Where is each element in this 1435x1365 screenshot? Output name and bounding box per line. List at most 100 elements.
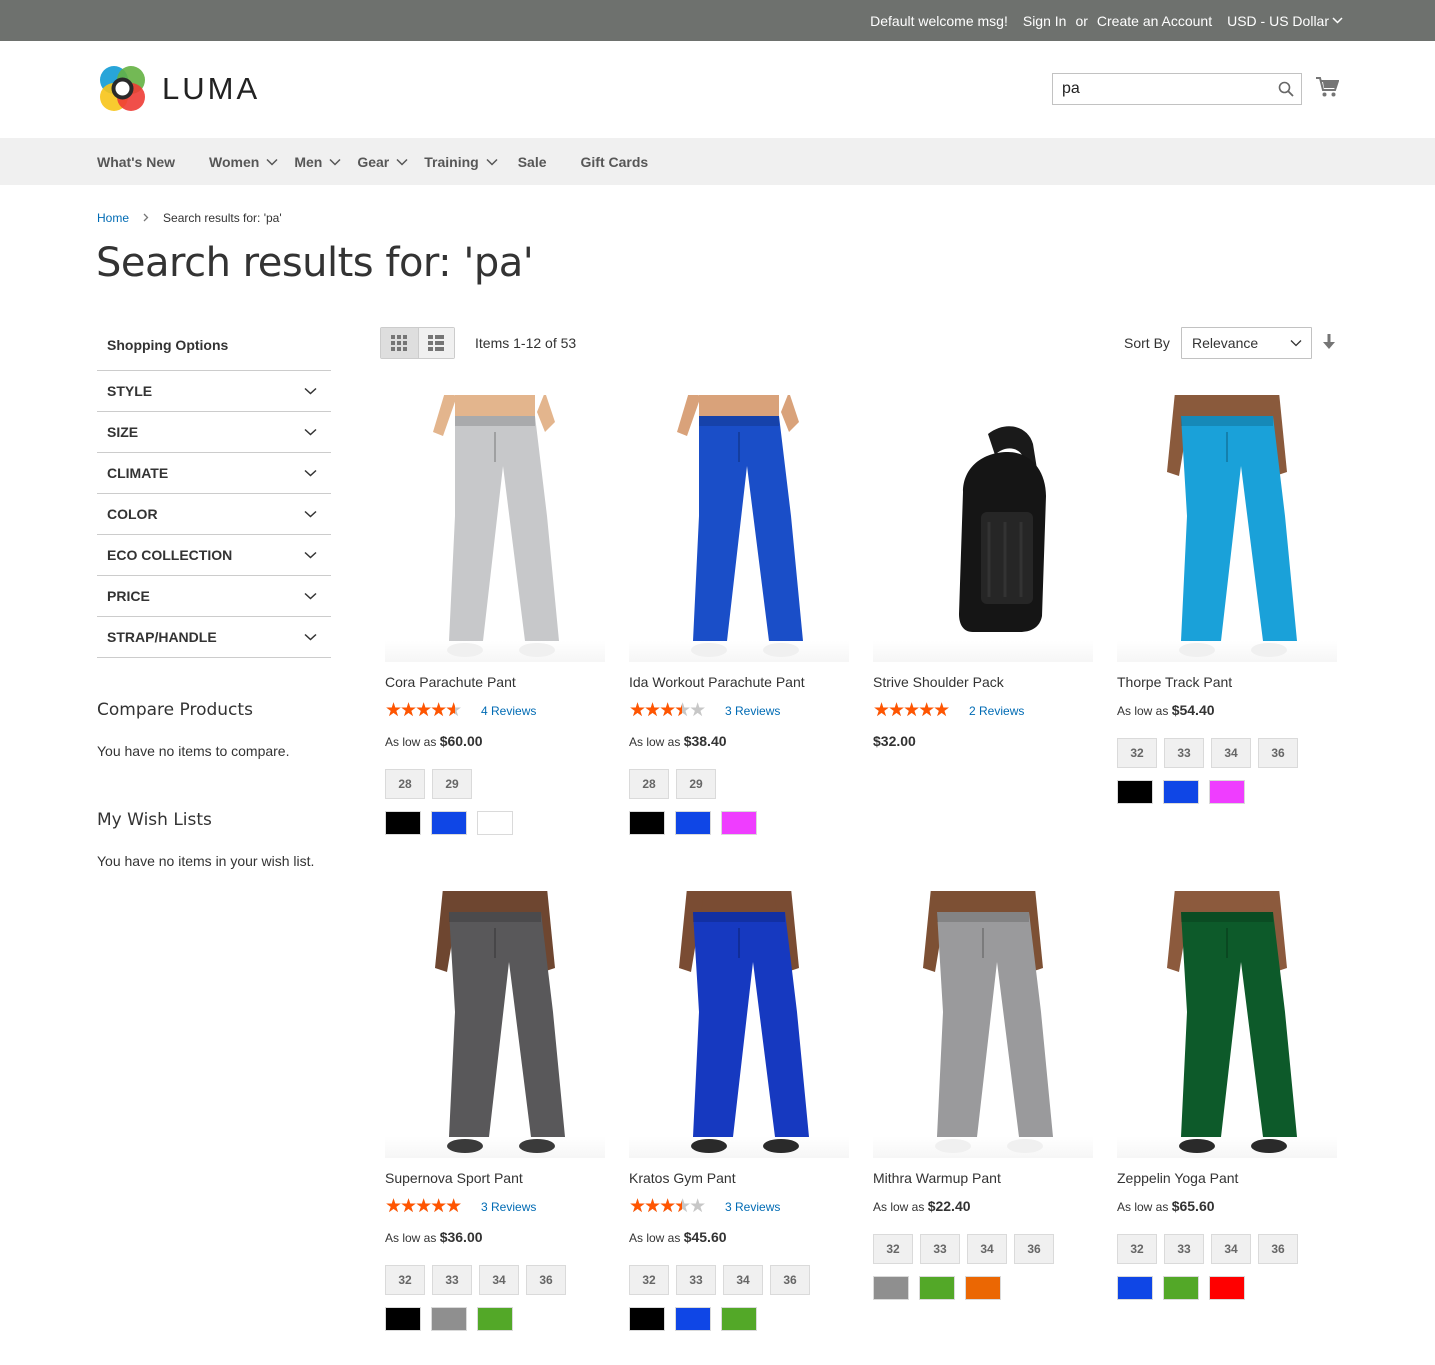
list-view-icon[interactable]	[417, 328, 454, 358]
color-swatch[interactable]	[721, 811, 757, 835]
product-item: Cora Parachute Pant ★★★★★ ★★★★★ 4 Reviews As…	[385, 395, 605, 835]
color-swatch[interactable]	[721, 1307, 757, 1331]
size-option[interactable]: 33	[920, 1234, 960, 1264]
color-swatch[interactable]	[385, 1307, 421, 1331]
filter-price[interactable]: PRICE	[97, 576, 331, 617]
sort-select[interactable]: Relevance	[1181, 327, 1312, 359]
reviews-link[interactable]: 3 Reviews	[481, 1200, 536, 1214]
size-option[interactable]: 28	[385, 769, 425, 799]
gray-warmup-pant-icon	[893, 891, 1073, 1158]
breadcrumb-home[interactable]: Home	[97, 211, 129, 225]
size-option[interactable]: 28	[629, 769, 669, 799]
product-name[interactable]: Ida Workout Parachute Pant	[629, 674, 849, 694]
reviews-link[interactable]: 2 Reviews	[969, 704, 1024, 718]
nav-training[interactable]: Training	[424, 154, 498, 170]
filter-color[interactable]: COLOR	[97, 494, 331, 535]
product-image[interactable]	[873, 891, 1093, 1158]
size-option[interactable]: 32	[1117, 738, 1157, 768]
currency-switcher[interactable]: USD - US Dollar	[1227, 13, 1343, 29]
filter-size[interactable]: SIZE	[97, 412, 331, 453]
color-swatch[interactable]	[675, 811, 711, 835]
size-option[interactable]: 34	[723, 1265, 763, 1295]
nav-women[interactable]: Women	[209, 154, 278, 170]
size-option[interactable]: 29	[676, 769, 716, 799]
color-swatch[interactable]	[629, 811, 665, 835]
grid-view-icon[interactable]	[381, 328, 418, 358]
color-swatch[interactable]	[1209, 1276, 1245, 1300]
product-image[interactable]	[1117, 395, 1337, 662]
color-swatch[interactable]	[431, 1307, 467, 1331]
color-swatch[interactable]	[919, 1276, 955, 1300]
reviews-link[interactable]: 4 Reviews	[481, 704, 536, 718]
size-option[interactable]: 36	[1014, 1234, 1054, 1264]
nav-gift-cards[interactable]: Gift Cards	[581, 154, 649, 170]
size-option[interactable]: 29	[432, 769, 472, 799]
color-swatch[interactable]	[1117, 1276, 1153, 1300]
rating-stars: ★★★★★★★★★★	[629, 1196, 706, 1217]
product-image[interactable]	[385, 891, 605, 1158]
product-image[interactable]	[629, 395, 849, 662]
color-swatch[interactable]	[965, 1276, 1001, 1300]
size-option[interactable]: 34	[1211, 1234, 1251, 1264]
sort-direction-icon[interactable]	[1323, 334, 1335, 353]
filter-climate[interactable]: CLIMATE	[97, 453, 331, 494]
filter-strap-handle[interactable]: STRAP/HANDLE	[97, 617, 331, 658]
product-image[interactable]	[629, 891, 849, 1158]
reviews-link[interactable]: 3 Reviews	[725, 704, 780, 718]
nav-sale[interactable]: Sale	[518, 154, 547, 170]
size-option[interactable]: 34	[479, 1265, 519, 1295]
nav-men[interactable]: Men	[294, 154, 341, 170]
filter-style[interactable]: STYLE	[97, 371, 331, 412]
size-option[interactable]: 34	[967, 1234, 1007, 1264]
product-name[interactable]: Supernova Sport Pant	[385, 1170, 605, 1190]
product-name[interactable]: Kratos Gym Pant	[629, 1170, 849, 1190]
product-image[interactable]	[873, 395, 1093, 662]
logo-text: LUMA	[162, 70, 261, 106]
product-name[interactable]: Thorpe Track Pant	[1117, 674, 1337, 694]
color-swatch[interactable]	[385, 811, 421, 835]
size-option[interactable]: 33	[676, 1265, 716, 1295]
search-input[interactable]: pa	[1052, 73, 1302, 105]
color-swatch[interactable]	[1163, 780, 1199, 804]
sign-in-link[interactable]: Sign In	[1023, 13, 1067, 29]
color-swatch[interactable]	[1163, 1276, 1199, 1300]
color-swatch[interactable]	[477, 1307, 513, 1331]
color-swatch[interactable]	[873, 1276, 909, 1300]
color-swatch[interactable]	[477, 811, 513, 835]
filter-eco-collection[interactable]: ECO COLLECTION	[97, 535, 331, 576]
color-swatch[interactable]	[1117, 780, 1153, 804]
size-option[interactable]: 36	[770, 1265, 810, 1295]
size-option[interactable]: 33	[1164, 1234, 1204, 1264]
size-option[interactable]: 36	[526, 1265, 566, 1295]
size-option[interactable]: 36	[1258, 1234, 1298, 1264]
product-name[interactable]: Strive Shoulder Pack	[873, 674, 1093, 694]
size-option[interactable]: 32	[873, 1234, 913, 1264]
search-icon[interactable]	[1271, 81, 1301, 97]
filter-label: SIZE	[107, 424, 139, 440]
nav-gear[interactable]: Gear	[357, 154, 408, 170]
size-option[interactable]: 33	[432, 1265, 472, 1295]
color-swatch[interactable]	[629, 1307, 665, 1331]
create-account-link[interactable]: Create an Account	[1097, 13, 1212, 29]
product-name[interactable]: Zeppelin Yoga Pant	[1117, 1170, 1337, 1190]
product-name[interactable]: Mithra Warmup Pant	[873, 1170, 1093, 1190]
cart-icon[interactable]	[1315, 76, 1340, 101]
reviews-link[interactable]: 3 Reviews	[725, 1200, 780, 1214]
product-image[interactable]	[1117, 891, 1337, 1158]
size-option[interactable]: 32	[385, 1265, 425, 1295]
toolbar: Items 1-12 of 53 Sort By Relevance	[380, 327, 1337, 359]
size-option[interactable]: 32	[629, 1265, 669, 1295]
size-option[interactable]: 32	[1117, 1234, 1157, 1264]
size-option[interactable]: 33	[1164, 738, 1204, 768]
size-option[interactable]: 36	[1258, 738, 1298, 768]
logo[interactable]: LUMA	[97, 63, 260, 114]
color-swatch[interactable]	[431, 811, 467, 835]
color-swatch[interactable]	[1209, 780, 1245, 804]
size-option[interactable]: 34	[1211, 738, 1251, 768]
color-swatch[interactable]	[675, 1307, 711, 1331]
product-image[interactable]	[385, 395, 605, 662]
price-value: $32.00	[873, 733, 916, 749]
nav-whats-new[interactable]: What's New	[97, 154, 175, 170]
product-name[interactable]: Cora Parachute Pant	[385, 674, 605, 694]
chevron-down-icon	[329, 158, 341, 166]
